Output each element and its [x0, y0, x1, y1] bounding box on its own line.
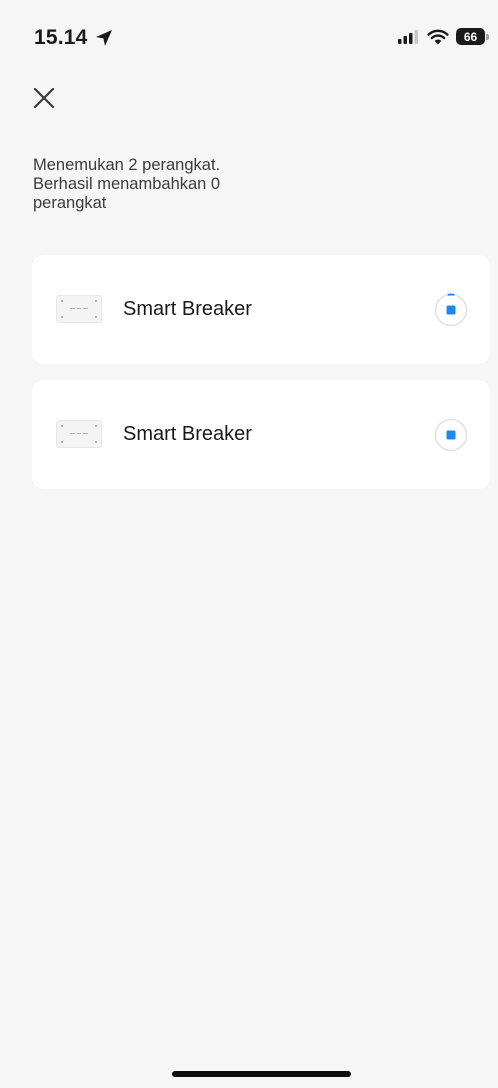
stop-adding-button[interactable]	[434, 418, 468, 452]
cellular-signal-icon	[398, 29, 420, 44]
scan-result-message: Menemukan 2 perangkat. Berhasil menambah…	[33, 156, 333, 213]
smart-breaker-thumbnail	[56, 295, 102, 323]
battery-icon: 66	[456, 28, 490, 45]
stop-progress-icon	[434, 293, 468, 327]
stop-adding-button[interactable]	[434, 293, 468, 327]
message-line-2: Berhasil menambahkan 0	[33, 175, 221, 193]
status-time-text: 15.14	[34, 26, 88, 49]
battery-level: 66	[456, 28, 485, 45]
status-time: 15.14	[34, 26, 114, 50]
device-list: Smart Breaker Smart Breaker	[32, 255, 490, 505]
status-indicators: 66	[398, 28, 490, 45]
device-card[interactable]: Smart Breaker	[32, 380, 490, 489]
home-indicator[interactable]	[172, 1071, 351, 1077]
wifi-icon	[427, 29, 449, 45]
close-icon	[33, 87, 55, 109]
message-line-3: perangkat	[33, 194, 107, 212]
battery-tip	[486, 33, 489, 40]
location-arrow-icon	[94, 28, 114, 48]
smart-breaker-thumbnail	[56, 420, 102, 448]
stop-progress-icon	[434, 418, 468, 452]
status-bar: 15.14 66	[0, 0, 498, 60]
device-name: Smart Breaker	[123, 423, 252, 445]
message-line-1: Menemukan 2 perangkat.	[33, 156, 221, 174]
device-card[interactable]: Smart Breaker	[32, 255, 490, 364]
device-name: Smart Breaker	[123, 298, 252, 320]
close-button[interactable]	[30, 84, 58, 112]
